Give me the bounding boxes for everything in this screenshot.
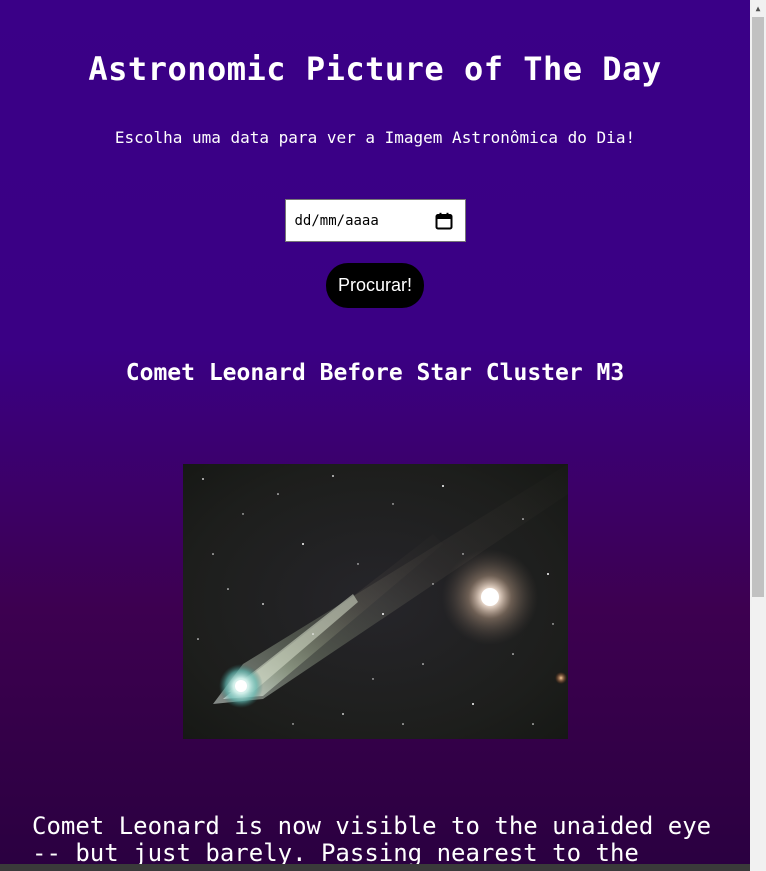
vertical-scrollbar[interactable]: ▲ — [750, 0, 766, 871]
scroll-thumb[interactable] — [752, 17, 764, 597]
horizontal-scrollbar[interactable] — [0, 864, 750, 871]
apod-title: Comet Leonard Before Star Cluster M3 — [125, 360, 625, 386]
page-subtitle: Escolha uma data para ver a Imagem Astro… — [114, 128, 636, 147]
date-input[interactable]: dd/mm/aaaa — [284, 199, 466, 242]
date-input-placeholder: dd/mm/aaaa — [294, 212, 379, 229]
apod-explanation: Comet Leonard is now visible to the unai… — [32, 812, 712, 867]
page-title: Astronomic Picture of The Day — [88, 50, 662, 88]
calendar-icon[interactable] — [435, 212, 453, 230]
scroll-up-arrow-icon[interactable]: ▲ — [750, 0, 766, 17]
page: Astronomic Picture of The Day Escolha um… — [0, 0, 750, 871]
search-button[interactable]: Procurar! — [325, 263, 425, 308]
apod-image — [182, 464, 568, 739]
